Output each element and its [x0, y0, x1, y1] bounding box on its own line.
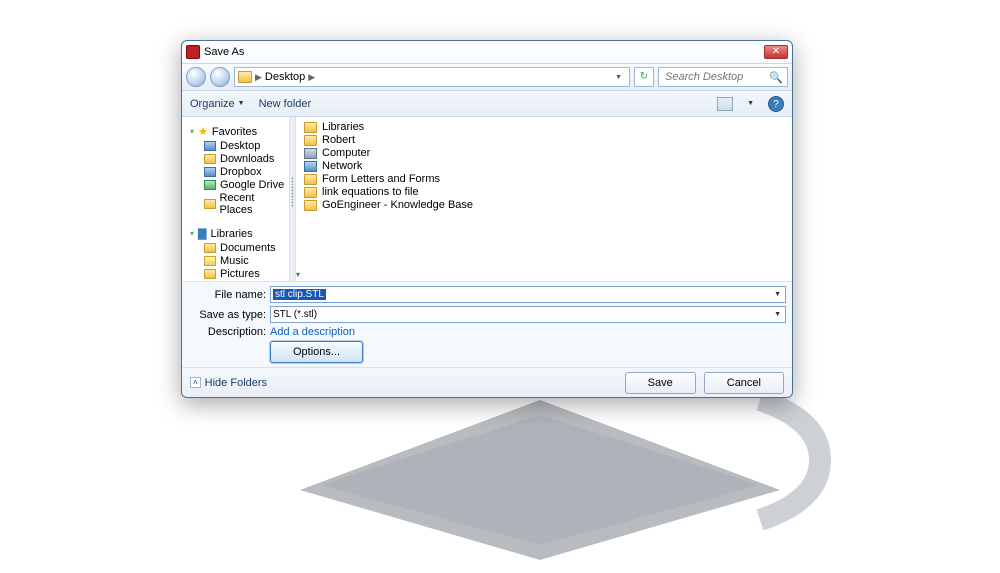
- network-icon: [304, 161, 317, 172]
- scroll-arrow-icon[interactable]: ▾: [296, 270, 300, 279]
- list-item[interactable]: Computer: [304, 147, 784, 159]
- savetype-label: Save as type:: [188, 309, 266, 321]
- breadcrumb[interactable]: ▶ Desktop ▶ ▼: [234, 67, 630, 87]
- list-item[interactable]: Libraries: [304, 121, 784, 133]
- savetype-row: Save as type: STL (*.stl) ▼: [188, 306, 786, 323]
- search-box[interactable]: 🔍: [658, 67, 788, 87]
- sidebar: ▾ ★ Favorites Desktop Downloads Dropbox …: [182, 117, 290, 281]
- star-icon: ★: [198, 125, 208, 138]
- save-as-dialog: Save As ✕ ▶ Desktop ▶ ▼ ↻ 🔍 Organize ▼ N…: [181, 40, 793, 398]
- nav-forward-button[interactable]: [210, 67, 230, 87]
- chevron-right-icon: ▶: [308, 72, 315, 83]
- savetype-value: STL (*.stl): [273, 309, 317, 320]
- help-button[interactable]: ?: [768, 96, 784, 112]
- description-label: Description:: [188, 326, 266, 338]
- nav-back-button[interactable]: [186, 67, 206, 87]
- chevron-down-icon[interactable]: ▼: [772, 311, 783, 318]
- dialog-footer: ˄ Hide Folders Save Cancel: [182, 367, 792, 397]
- navbar: ▶ Desktop ▶ ▼ ↻ 🔍: [182, 63, 792, 91]
- hide-folders-label: Hide Folders: [205, 377, 267, 389]
- chevron-down-icon: ▾: [190, 229, 194, 238]
- sidebar-item-pictures[interactable]: Pictures: [204, 268, 287, 280]
- list-item[interactable]: link equations to file: [304, 186, 784, 198]
- window-title: Save As: [204, 46, 764, 58]
- options-row: Options...: [188, 341, 786, 363]
- recent-icon: [204, 199, 216, 209]
- chevron-up-icon: ˄: [190, 377, 201, 388]
- chevron-right-icon: ▶: [255, 72, 262, 83]
- savetype-field[interactable]: STL (*.stl) ▼: [270, 306, 786, 323]
- cancel-button[interactable]: Cancel: [704, 372, 784, 394]
- sidebar-item-desktop[interactable]: Desktop: [204, 140, 287, 152]
- pictures-icon: [204, 269, 216, 279]
- close-button[interactable]: ✕: [764, 45, 788, 59]
- dialog-body: ▾ ★ Favorites Desktop Downloads Dropbox …: [182, 117, 792, 281]
- organize-menu[interactable]: Organize ▼: [190, 98, 245, 110]
- titlebar: Save As ✕: [182, 41, 792, 63]
- chevron-down-icon: ▼: [238, 100, 245, 107]
- refresh-button[interactable]: ↻: [634, 67, 654, 87]
- list-item[interactable]: Form Letters and Forms: [304, 173, 784, 185]
- filename-value: stl clip.STL: [273, 289, 326, 300]
- filename-field[interactable]: stl clip.STL ▼: [270, 286, 786, 303]
- sidebar-item-downloads[interactable]: Downloads: [204, 153, 287, 165]
- google-drive-icon: [204, 180, 216, 190]
- new-folder-label: New folder: [259, 98, 312, 110]
- music-icon: [204, 256, 216, 266]
- hide-folders-button[interactable]: ˄ Hide Folders: [190, 377, 267, 389]
- folder-icon: [204, 154, 216, 164]
- new-folder-button[interactable]: New folder: [259, 98, 312, 110]
- sidebar-item-documents[interactable]: Documents: [204, 242, 287, 254]
- save-button[interactable]: Save: [625, 372, 696, 394]
- save-form: File name: stl clip.STL ▼ Save as type: …: [182, 281, 792, 367]
- libraries-icon: [304, 122, 317, 133]
- toolbar: Organize ▼ New folder ▼ ?: [182, 91, 792, 117]
- folder-icon: [304, 187, 317, 198]
- options-button[interactable]: Options...: [270, 341, 363, 363]
- search-input[interactable]: [663, 70, 769, 84]
- favorites-label: Favorites: [212, 126, 257, 138]
- chevron-down-icon[interactable]: ▼: [772, 291, 783, 298]
- filename-row: File name: stl clip.STL ▼: [188, 286, 786, 303]
- sidebar-item-dropbox[interactable]: Dropbox: [204, 166, 287, 178]
- description-row: Description: Add a description: [188, 326, 786, 338]
- content-pane[interactable]: Libraries Robert Computer Network Form L…: [296, 117, 792, 281]
- list-item[interactable]: Robert: [304, 134, 784, 146]
- folder-icon: [304, 200, 317, 211]
- folder-icon: [204, 243, 216, 253]
- breadcrumb-location: Desktop: [265, 71, 305, 83]
- list-item[interactable]: GoEngineer - Knowledge Base: [304, 199, 784, 211]
- folder-icon: [238, 71, 252, 83]
- dropbox-icon: [204, 167, 216, 177]
- list-item[interactable]: Network: [304, 160, 784, 172]
- search-icon: 🔍: [769, 71, 783, 84]
- app-icon: [186, 45, 200, 59]
- desktop-icon: [204, 141, 216, 151]
- sidebar-item-recent-places[interactable]: Recent Places: [204, 192, 287, 216]
- sidebar-item-music[interactable]: Music: [204, 255, 287, 267]
- user-folder-icon: [304, 135, 317, 146]
- chevron-down-icon[interactable]: ▼: [611, 74, 626, 81]
- sidebar-item-google-drive[interactable]: Google Drive: [204, 179, 287, 191]
- filename-label: File name:: [188, 289, 266, 301]
- folder-icon: [304, 174, 317, 185]
- background-part: [240, 370, 840, 570]
- computer-icon: [304, 148, 317, 159]
- add-description-link[interactable]: Add a description: [270, 326, 355, 338]
- libraries-label: Libraries: [210, 228, 252, 240]
- libraries-icon: ▇: [198, 227, 206, 240]
- chevron-down-icon[interactable]: ▼: [747, 100, 754, 107]
- sidebar-libraries-header[interactable]: ▾ ▇ Libraries: [190, 227, 287, 240]
- view-options-button[interactable]: [717, 97, 733, 111]
- chevron-down-icon: ▾: [190, 127, 194, 136]
- sidebar-favorites-header[interactable]: ▾ ★ Favorites: [190, 125, 287, 138]
- organize-label: Organize: [190, 98, 235, 110]
